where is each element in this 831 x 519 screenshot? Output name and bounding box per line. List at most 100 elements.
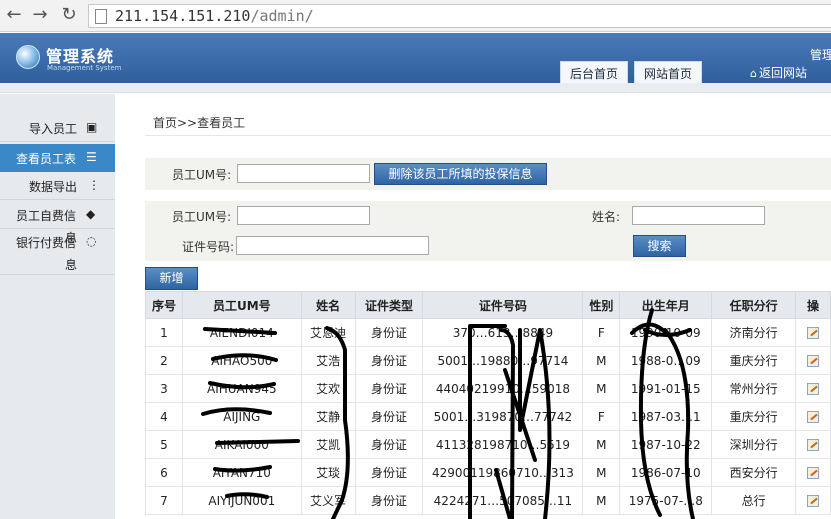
table-row[interactable]: 4 AIJING 艾静 身份证 5001…319870…77742 F 1987-03…1 重…	[145, 402, 831, 431]
edit-icon[interactable]	[807, 327, 820, 339]
logo-icon	[16, 45, 40, 69]
column-header[interactable]: 性别	[582, 291, 621, 319]
address-bar[interactable]: 211.154.151.210/admin/	[88, 4, 831, 28]
column-header[interactable]: 证件号码	[422, 291, 584, 319]
column-header[interactable]: 姓名	[300, 291, 356, 319]
id-type-cell: 身份证	[354, 458, 424, 487]
table-row[interactable]: 1 AIENDI014 艾恩迪 身份证 370…613…8849 F 1990-10-09 济…	[145, 318, 831, 347]
gender-cell: M	[582, 374, 621, 403]
id-number-cell: 5001…19880…97714	[422, 346, 584, 375]
sidebar-item-self-pay[interactable]: 员工自费信 ◆	[0, 201, 115, 229]
edit-cell	[795, 318, 831, 347]
id-type-cell: 身份证	[354, 430, 424, 459]
reload-icon[interactable]: ↻	[59, 5, 79, 25]
edit-cell	[795, 458, 831, 487]
dots-icon: ⋮	[88, 178, 100, 192]
employee-um-cell: AIJING	[181, 402, 302, 431]
table-row[interactable]: 5 AIKAI000 艾凯 身份证 411328198710…5519 M 1987-10-…	[145, 430, 831, 459]
delete-insurance-button[interactable]: 删除该员工所填的投保信息	[374, 163, 547, 185]
chat-icon: ◌	[86, 234, 97, 248]
page-icon	[95, 9, 107, 24]
branch-cell: 深圳分行	[711, 430, 797, 459]
edit-icon[interactable]	[807, 439, 820, 451]
sidebar-item-view-employees[interactable]: 查看员工表 ☰	[0, 144, 115, 172]
edit-cell	[795, 486, 831, 515]
table-header-row: 序号 员工UM号 姓名 证件类型 证件号码 性别 出生年月 任职分行操	[145, 291, 831, 319]
employee-name-cell: 艾义军	[300, 486, 356, 515]
row-index-cell: 5	[145, 430, 183, 459]
id-number-cell: 4224271…507085…11	[422, 486, 584, 515]
edit-icon[interactable]	[807, 467, 820, 479]
table-icon: ☰	[86, 150, 97, 164]
gender-cell: F	[582, 318, 621, 347]
birth-date-cell: 1987-10-22	[619, 430, 713, 459]
table-row[interactable]: 2 AIHAO500 艾浩 身份证 5001…19880…97714 M 1988-0…09…	[145, 346, 831, 375]
gender-cell: M	[582, 430, 621, 459]
row-index-cell: 1	[145, 318, 183, 347]
employee-name-cell: 艾静	[300, 402, 356, 431]
sidebar-item-export[interactable]: 数据导出 ⋮	[0, 172, 115, 200]
document-icon: ▣	[86, 120, 98, 134]
forward-icon[interactable]: →	[30, 5, 50, 25]
search-um-input[interactable]	[237, 206, 370, 225]
gender-cell: M	[582, 346, 621, 375]
breadcrumb: 首页>>查看员工	[153, 116, 246, 130]
column-header[interactable]: 操	[795, 291, 831, 319]
browser-toolbar: ← → ↻ 211.154.151.210/admin/	[0, 0, 831, 32]
tab-backend-home[interactable]: 后台首页	[560, 61, 629, 83]
employee-um-cell: AIYIJUN001	[181, 486, 302, 515]
app-header: 管理系统 Management System 后台首页 网站首页 ⌂ 返回网站 管…	[0, 33, 831, 83]
birth-date-cell: 1975-07-…8	[619, 486, 713, 515]
id-type-cell: 身份证	[354, 402, 424, 431]
column-header[interactable]: 证件类型	[354, 291, 424, 319]
column-header[interactable]: 序号	[145, 291, 183, 319]
search-name-input[interactable]	[632, 206, 765, 225]
table-row[interactable]: 7 AIYIJUN001 艾义军 身份证 4224271…507085…11 M 1975-…	[145, 486, 831, 515]
column-header[interactable]: 任职分行	[711, 291, 797, 319]
row-index-cell: 2	[145, 346, 183, 375]
return-site-link[interactable]: ⌂ 返回网站	[750, 64, 807, 81]
employee-name-cell: 艾欢	[300, 374, 356, 403]
id-type-cell: 身份证	[354, 486, 424, 515]
url-host: 211.154.151.210	[115, 7, 251, 25]
sidebar-item-import[interactable]: 导入员工 ▣	[0, 114, 115, 142]
edit-icon[interactable]	[807, 495, 820, 507]
employee-um-cell: AIHAO500	[181, 346, 302, 375]
sidebar: 导入员工 ▣ 查看员工表 ☰ 数据导出 ⋮ 员工自费信 ◆ 息 银行付费信 ◌ …	[0, 94, 115, 519]
employee-name-cell: 艾浩	[300, 346, 356, 375]
add-button[interactable]: 新增	[145, 267, 198, 290]
search-id-input[interactable]	[236, 236, 429, 255]
edit-icon[interactable]	[807, 383, 820, 395]
branch-cell: 重庆分行	[711, 346, 797, 375]
breadcrumb-divider	[145, 135, 831, 136]
birth-date-cell: 1990-10-09	[619, 318, 713, 347]
tab-site-home[interactable]: 网站首页	[634, 61, 703, 83]
id-type-cell: 身份证	[354, 318, 424, 347]
birth-date-cell: 1987-03…1	[619, 402, 713, 431]
employee-um-cell: AIENDI014	[181, 318, 302, 347]
admin-label[interactable]: 管理	[810, 46, 831, 63]
delete-panel: 员工UM号: 删除该员工所填的投保信息	[145, 158, 831, 190]
delete-um-input[interactable]	[237, 164, 370, 183]
header-subbar	[0, 83, 831, 93]
table-row[interactable]: 3 AIHUAN945 艾欢 身份证 44040219910…59018 M 1991-01…	[145, 374, 831, 403]
id-type-cell: 身份证	[354, 374, 424, 403]
search-button[interactable]: 搜索	[633, 235, 686, 257]
back-icon[interactable]: ←	[4, 5, 24, 25]
app-subtitle: Management System	[47, 64, 122, 72]
column-header[interactable]: 员工UM号	[181, 291, 302, 319]
edit-icon[interactable]	[807, 411, 820, 423]
row-index-cell: 4	[145, 402, 183, 431]
sidebar-item-bank-pay[interactable]: 银行付费信 ◌	[0, 228, 115, 256]
employee-name-cell: 艾恩迪	[300, 318, 356, 347]
employee-name-cell: 艾琰	[300, 458, 356, 487]
edit-icon[interactable]	[807, 355, 820, 367]
tag-icon: ◆	[86, 207, 96, 221]
employee-um-cell: AIYAN710	[181, 458, 302, 487]
edit-cell	[795, 430, 831, 459]
branch-cell: 重庆分行	[711, 402, 797, 431]
branch-cell: 济南分行	[711, 318, 797, 347]
table-row[interactable]: 6 AIYAN710 艾琰 身份证 42900119860710…313 M 1986-07…	[145, 458, 831, 487]
column-header[interactable]: 出生年月	[619, 291, 713, 319]
id-number-cell: 370…613…8849	[422, 318, 584, 347]
